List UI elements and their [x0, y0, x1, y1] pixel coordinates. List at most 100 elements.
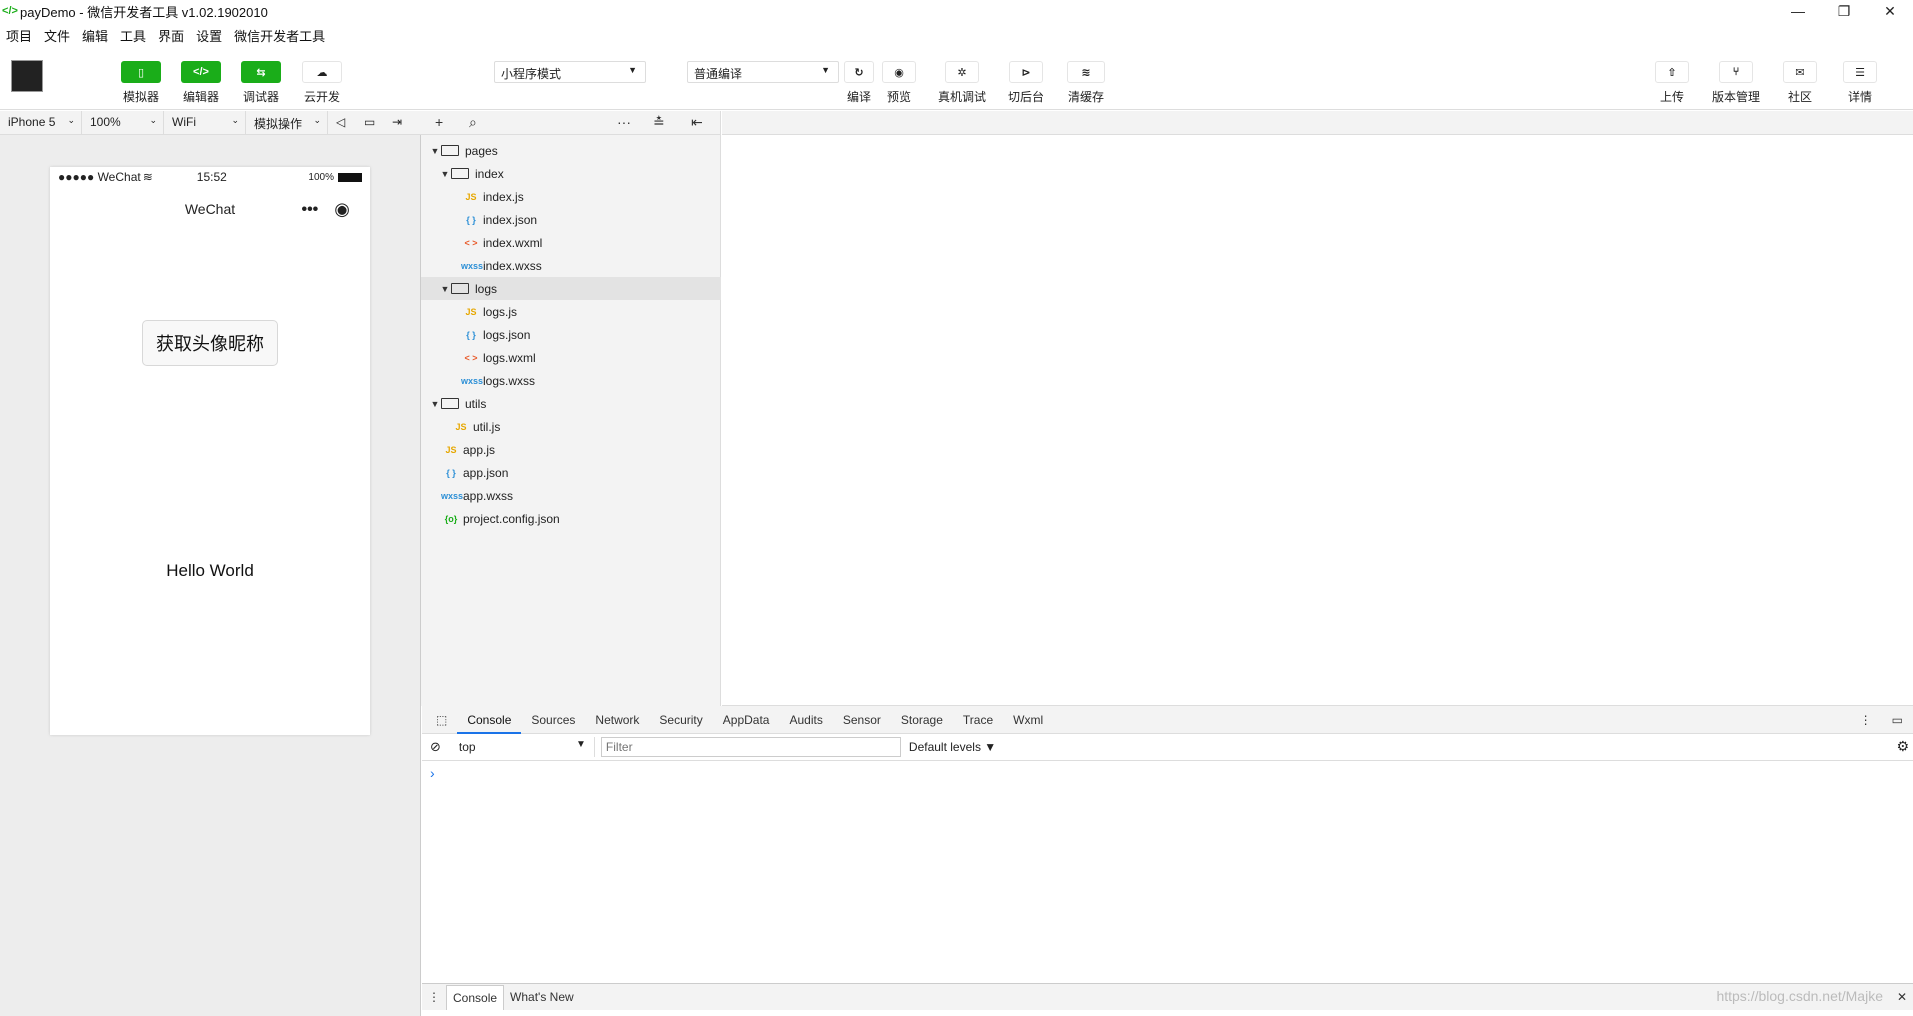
- compile-select[interactable]: 普通编译 ▼: [687, 61, 839, 83]
- restore-button[interactable]: ❐: [1821, 0, 1867, 22]
- tab-appdata[interactable]: AppData: [713, 707, 780, 733]
- menu-settings[interactable]: 设置: [196, 26, 222, 45]
- details-button[interactable]: ☰ 详情: [1832, 61, 1888, 105]
- tab-sensor[interactable]: Sensor: [833, 707, 891, 733]
- tree-file[interactable]: wxss app.wxss: [421, 484, 721, 507]
- user-avatar[interactable]: [11, 60, 43, 92]
- cloud-label: 云开发: [303, 90, 340, 104]
- caret-down-icon[interactable]: ▼: [429, 399, 441, 409]
- caret-down-icon[interactable]: ▼: [439, 284, 451, 294]
- operation-value: 模拟操作: [254, 116, 303, 131]
- community-button[interactable]: ✉ 社区: [1772, 61, 1828, 105]
- tree-file[interactable]: wxss index.wxss: [421, 254, 721, 277]
- mode-select[interactable]: 小程序模式 ▼: [494, 61, 646, 83]
- drawer-close-icon[interactable]: ✕: [1891, 985, 1913, 1009]
- tab-network[interactable]: Network: [585, 707, 649, 733]
- tree-file[interactable]: { } logs.json: [421, 323, 721, 346]
- tree-file[interactable]: JS index.js: [421, 185, 721, 208]
- tree-folder-index[interactable]: ▼ index: [421, 162, 721, 185]
- tab-audits[interactable]: Audits: [779, 707, 832, 733]
- cloud-button[interactable]: ☁ 云开发: [294, 61, 350, 105]
- more-icon[interactable]: •••: [301, 201, 318, 219]
- operation-select[interactable]: 模拟操作 ⌄: [246, 110, 328, 135]
- inspect-icon[interactable]: ⬚: [426, 707, 457, 733]
- tab-trace[interactable]: Trace: [953, 707, 1003, 733]
- filter-input[interactable]: [600, 737, 901, 757]
- tree-file[interactable]: wxss logs.wxss: [421, 369, 721, 392]
- tree-item-label: logs.wxss: [483, 373, 536, 388]
- tree-item-label: app.json: [463, 465, 509, 480]
- menu-devtools[interactable]: 微信开发者工具: [234, 26, 325, 45]
- clear-cache-button[interactable]: ≋ 清缓存: [1058, 61, 1114, 105]
- menu-tools[interactable]: 工具: [120, 26, 146, 45]
- preview-button[interactable]: ◉ 预览: [871, 61, 927, 105]
- devtools-panel: ⬚ Console Sources Network Security AppDa…: [422, 706, 1913, 1016]
- volume-icon[interactable]: ◁: [328, 111, 356, 135]
- tab-storage[interactable]: Storage: [891, 707, 953, 733]
- menu-view[interactable]: 界面: [158, 26, 184, 45]
- tree-file[interactable]: JS app.js: [421, 438, 721, 461]
- upload-button[interactable]: ⇧ 上传: [1644, 61, 1700, 105]
- tree-file[interactable]: {o} project.config.json: [421, 507, 721, 530]
- tab-console[interactable]: Console: [457, 707, 522, 734]
- menu-edit[interactable]: 编辑: [82, 26, 108, 45]
- kebab-menu-icon[interactable]: ⋮: [1850, 707, 1882, 733]
- tree-item-label: app.js: [463, 442, 496, 457]
- more-icon[interactable]: ···: [617, 114, 631, 130]
- tree-file[interactable]: < > index.wxml: [421, 231, 721, 254]
- gear-icon[interactable]: ⚙: [1896, 738, 1909, 755]
- levels-select[interactable]: Default levels ▼: [909, 740, 996, 754]
- simulator-button[interactable]: ▯ 模拟器: [113, 61, 169, 105]
- tree-file[interactable]: { } app.json: [421, 461, 721, 484]
- zoom-select[interactable]: 100% ⌄: [82, 110, 164, 135]
- network-select[interactable]: WiFi ⌄: [164, 110, 246, 135]
- caret-down-icon[interactable]: ▼: [429, 146, 441, 156]
- clear-console-icon[interactable]: ⊘: [430, 739, 441, 755]
- menu-file[interactable]: 文件: [44, 26, 70, 45]
- add-icon[interactable]: +: [435, 114, 443, 130]
- editor-area: [722, 111, 1913, 706]
- close-button[interactable]: ✕: [1867, 0, 1913, 22]
- close-circle-icon[interactable]: ◉: [334, 199, 350, 220]
- tree-item-label: logs.json: [483, 327, 531, 342]
- detach-icon[interactable]: ⇥: [384, 111, 412, 135]
- menu-project[interactable]: 项目: [6, 26, 32, 45]
- tree-file[interactable]: < > logs.wxml: [421, 346, 721, 369]
- battery-text: 100%: [308, 171, 334, 183]
- switch-background-icon: ⊳: [1009, 61, 1043, 83]
- tree-folder-utils[interactable]: ▼ utils: [421, 392, 721, 415]
- drawer-menu-icon[interactable]: ⋮: [422, 985, 446, 1009]
- debug-icon: ⇆: [241, 61, 281, 83]
- tab-security[interactable]: Security: [649, 707, 712, 733]
- drawer-tab-whats-new[interactable]: What's New: [504, 985, 580, 1009]
- background-button[interactable]: ⊳ 切后台: [998, 61, 1054, 105]
- chevron-down-icon: ⌄: [149, 114, 157, 125]
- caret-down-icon[interactable]: ▼: [439, 169, 451, 179]
- drawer-tab-console[interactable]: Console: [446, 984, 505, 1010]
- hide-tree-icon[interactable]: ⇤: [691, 114, 703, 131]
- search-icon[interactable]: ⌕: [469, 114, 477, 131]
- rotate-icon[interactable]: ▭: [356, 111, 384, 135]
- window-controls: — ❐ ✕: [1775, 0, 1913, 22]
- tree-file[interactable]: JS util.js: [421, 415, 721, 438]
- chat-icon: ✉: [1783, 61, 1817, 83]
- nav-title: WeChat: [184, 201, 236, 217]
- tree-file[interactable]: { } index.json: [421, 208, 721, 231]
- debugger-button[interactable]: ⇆ 调试器: [233, 61, 289, 105]
- tree-file[interactable]: JS logs.js: [421, 300, 721, 323]
- device-select[interactable]: iPhone 5 ⌄: [0, 110, 82, 135]
- remote-debug-button[interactable]: ✲ 真机调试: [934, 61, 990, 105]
- context-select[interactable]: top ▼: [453, 737, 595, 757]
- minimize-button[interactable]: —: [1775, 0, 1821, 22]
- collapse-icon[interactable]: ≛: [653, 114, 665, 131]
- editor-button[interactable]: </> 编辑器: [173, 61, 229, 105]
- get-userinfo-button[interactable]: 获取头像昵称: [142, 320, 278, 366]
- tab-wxml[interactable]: Wxml: [1003, 707, 1053, 733]
- dock-icon[interactable]: ▭: [1882, 707, 1913, 733]
- console-prompt[interactable]: ›: [422, 761, 1913, 785]
- devtools-drawer: ⋮ Console What's New ✕: [422, 983, 1913, 1010]
- tab-sources[interactable]: Sources: [521, 707, 585, 733]
- tree-folder-logs[interactable]: ▼ logs: [421, 277, 721, 300]
- tree-folder-pages[interactable]: ▼ pages: [421, 139, 721, 162]
- version-button[interactable]: ⑂ 版本管理: [1708, 61, 1764, 105]
